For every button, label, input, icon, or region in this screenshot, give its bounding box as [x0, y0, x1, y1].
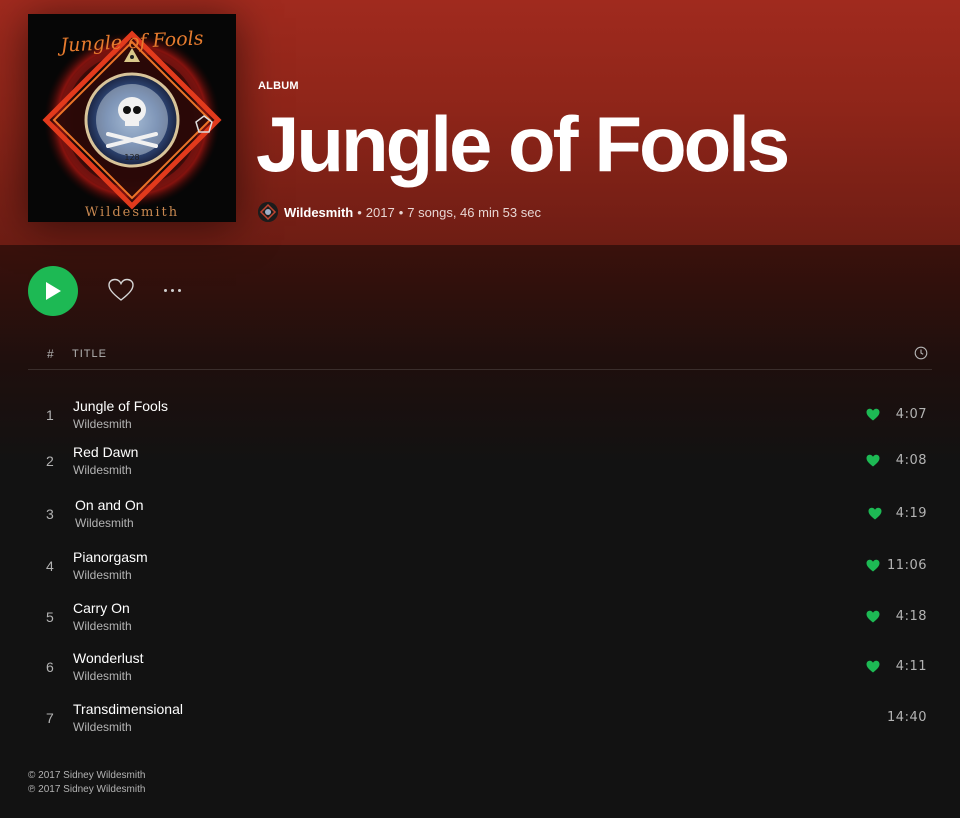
track-row[interactable]: 3 On and On Wildesmith 4:19 [28, 492, 932, 538]
track-number: 2 [46, 453, 54, 469]
more-options-button[interactable] [158, 280, 186, 300]
track-row[interactable]: 7 Transdimensional Wildesmith 14:40 [28, 696, 932, 742]
track-artist-link[interactable]: Wildesmith [73, 417, 132, 431]
track-artist-link[interactable]: Wildesmith [75, 516, 134, 530]
clock-icon [914, 346, 928, 360]
track-row[interactable]: 2 Red Dawn Wildesmith 4:08 [28, 439, 932, 485]
column-title: TITLE [72, 348, 107, 360]
track-title[interactable]: Pianorgasm [73, 549, 148, 565]
album-cover: 128 Jungle of Fools Wildesmith [28, 14, 236, 222]
heart-filled-icon[interactable] [866, 610, 880, 623]
track-title[interactable]: Transdimensional [73, 701, 183, 717]
heart-filled-icon[interactable] [866, 454, 880, 467]
album-meta: Wildesmith • 2017 • 7 songs, 46 min 53 s… [258, 201, 541, 223]
track-row[interactable]: 6 Wonderlust Wildesmith 4:11 [28, 645, 932, 691]
track-duration: 4:19 [895, 506, 927, 521]
track-artist-link[interactable]: Wildesmith [73, 619, 132, 633]
artist-link[interactable]: Wildesmith [284, 205, 353, 220]
track-title[interactable]: Wonderlust [73, 650, 144, 666]
column-number: # [47, 347, 55, 361]
copyright-c-line: © 2017 Sidney Wildesmith [28, 770, 146, 781]
track-number: 1 [46, 407, 54, 423]
play-icon [46, 282, 61, 300]
heart-filled-icon[interactable] [866, 660, 880, 673]
like-album-button[interactable] [108, 278, 134, 302]
track-title[interactable]: Jungle of Fools [73, 398, 168, 414]
track-row[interactable]: 5 Carry On Wildesmith 4:18 [28, 595, 932, 641]
album-stats: 7 songs, 46 min 53 sec [407, 204, 541, 220]
track-number: 7 [46, 710, 54, 726]
track-number: 6 [46, 659, 54, 675]
artist-avatar[interactable] [258, 202, 278, 222]
track-number: 5 [46, 609, 54, 625]
track-row[interactable]: 4 Pianorgasm Wildesmith 11:06 [28, 544, 932, 590]
track-number: 3 [46, 506, 54, 522]
track-title[interactable]: Carry On [73, 600, 130, 616]
copyright-block: © 2017 Sidney Wildesmith ℗ 2017 Sidney W… [28, 769, 145, 797]
track-artist-link[interactable]: Wildesmith [73, 568, 132, 582]
track-artist-link[interactable]: Wildesmith [73, 720, 132, 734]
track-title[interactable]: Red Dawn [73, 444, 138, 460]
svg-text:128: 128 [124, 153, 139, 162]
heart-filled-icon[interactable] [868, 507, 882, 520]
copyright-p-line: ℗ 2017 Sidney Wildesmith [28, 784, 146, 795]
tracklist-header: # TITLE [28, 340, 932, 370]
heart-outline-icon [108, 278, 134, 301]
more-horizontal-icon [163, 288, 167, 292]
meta-separator: • [398, 204, 404, 220]
meta-separator: • [357, 204, 362, 220]
track-duration: 4:08 [895, 453, 927, 468]
track-duration: 14:40 [887, 710, 927, 725]
heart-filled-icon[interactable] [866, 408, 880, 421]
track-duration: 4:18 [895, 609, 927, 624]
track-title[interactable]: On and On [75, 497, 144, 513]
track-duration: 4:11 [895, 659, 927, 674]
track-duration: 4:07 [895, 407, 927, 422]
track-duration: 11:06 [887, 558, 927, 573]
album-year: 2017 [365, 204, 395, 220]
svg-text:Wildesmith: Wildesmith [85, 205, 179, 220]
track-artist-link[interactable]: Wildesmith [73, 669, 132, 683]
track-number: 4 [46, 558, 54, 574]
album-title: Jungle of Fools [256, 100, 790, 188]
heart-filled-icon[interactable] [866, 559, 880, 572]
album-type-label: ALBUM [258, 80, 299, 92]
track-artist-link[interactable]: Wildesmith [73, 463, 132, 477]
track-row[interactable]: 1 Jungle of Fools Wildesmith 4:07 [28, 393, 932, 439]
play-button[interactable] [28, 266, 78, 316]
